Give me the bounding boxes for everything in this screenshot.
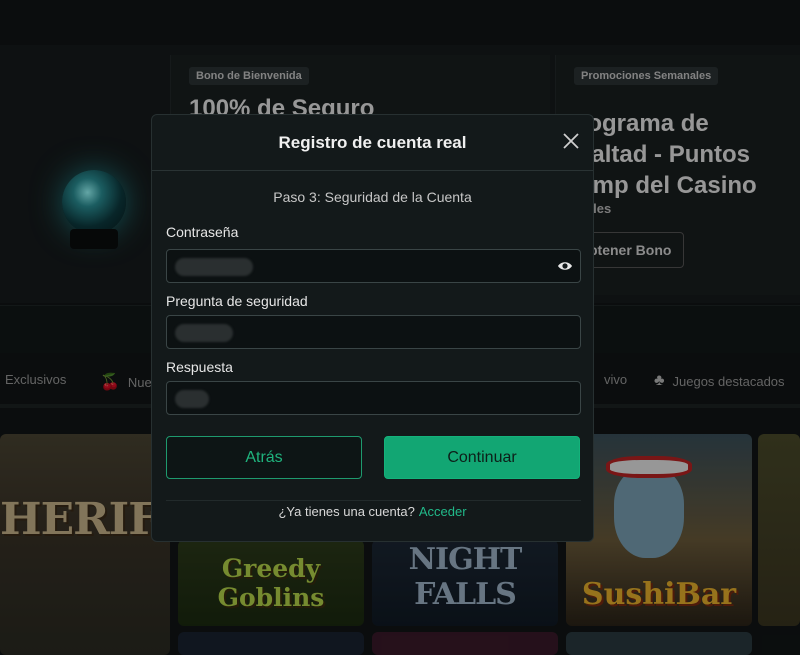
casino-page: Bono de Bienvenida 100% de Seguro Promoc… — [0, 0, 800, 655]
registration-modal: Registro de cuenta real Paso 3: Segurida… — [151, 114, 594, 542]
close-button[interactable] — [561, 131, 581, 151]
eye-icon — [558, 262, 572, 270]
answer-field[interactable] — [166, 381, 581, 415]
login-prompt: ¿Ya tienes una cuenta? Acceder — [152, 504, 593, 519]
close-icon — [563, 133, 579, 149]
login-link[interactable]: Acceder — [419, 504, 467, 519]
show-password-toggle[interactable] — [557, 259, 573, 273]
footer-divider — [166, 500, 581, 501]
answer-value — [175, 390, 209, 408]
back-button[interactable]: Atrás — [166, 436, 362, 479]
answer-label: Respuesta — [166, 359, 233, 375]
step-indicator: Paso 3: Seguridad de la Cuenta — [273, 189, 472, 205]
password-field[interactable] — [166, 249, 581, 283]
security-question-label: Pregunta de seguridad — [166, 293, 308, 309]
password-label: Contraseña — [166, 224, 239, 240]
continue-button[interactable]: Continuar — [384, 436, 580, 479]
modal-title: Registro de cuenta real — [278, 133, 467, 152]
security-question-value — [175, 324, 233, 342]
password-masked-value — [175, 258, 253, 276]
modal-header: Registro de cuenta real — [152, 115, 593, 171]
security-question-field[interactable] — [166, 315, 581, 349]
login-prompt-text: ¿Ya tienes una cuenta? — [278, 504, 415, 519]
